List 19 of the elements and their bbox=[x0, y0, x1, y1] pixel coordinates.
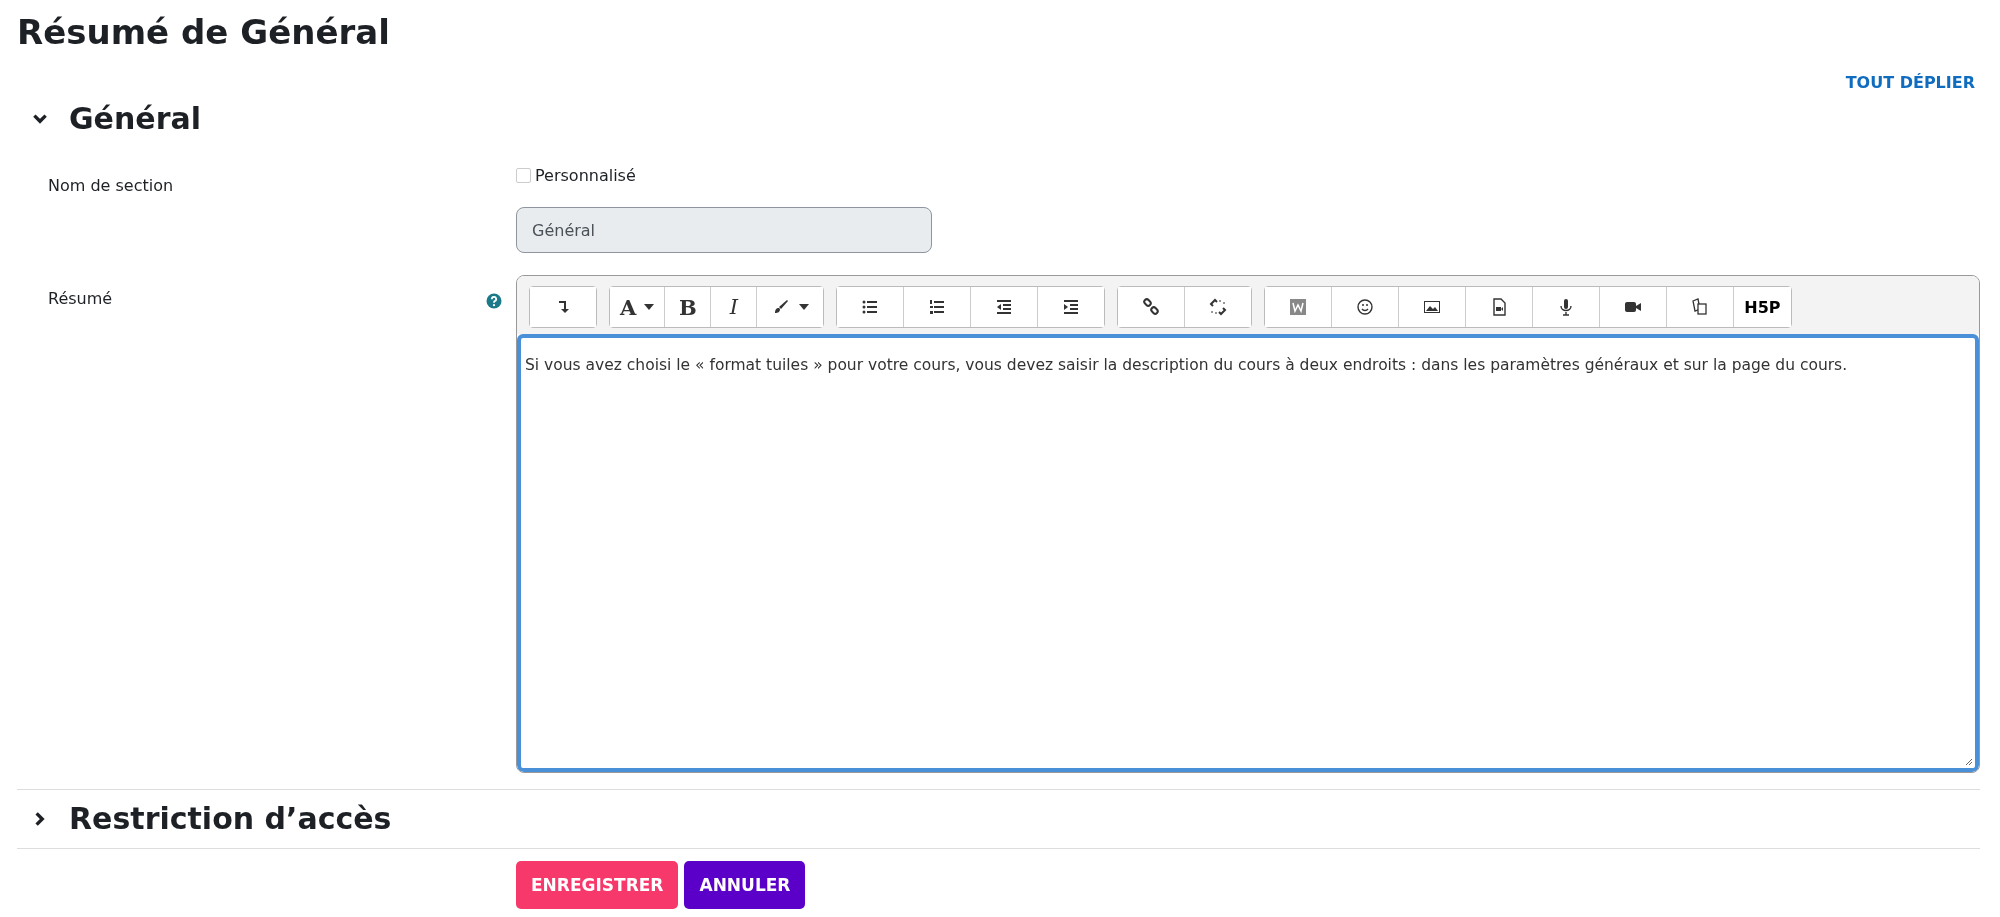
word-paste-icon bbox=[1288, 297, 1309, 317]
toolbar-button[interactable] bbox=[1118, 287, 1186, 327]
help-icon[interactable] bbox=[486, 293, 502, 309]
save-button[interactable]: ENREGISTRER bbox=[516, 861, 679, 909]
expand-all-link[interactable]: TOUT DÉPLIER bbox=[1845, 73, 1975, 92]
page-title: Résumé de Général bbox=[17, 11, 391, 54]
toolbar-button[interactable] bbox=[837, 287, 905, 327]
field-label: Nom de section bbox=[47, 175, 175, 197]
section-title[interactable]: Général bbox=[69, 98, 201, 140]
link-icon bbox=[1141, 297, 1162, 317]
resize-grip-icon[interactable] bbox=[1963, 756, 1973, 766]
summary-text: Si vous avez choisi le « format tuiles » pour votre cours, vous devez saisir la description du cours à deux endroits : dans les paramètres généraux et sur la page du cours. bbox=[525, 356, 1848, 374]
cancel-button[interactable]: ANNULER bbox=[684, 861, 806, 909]
smiley-icon bbox=[1355, 297, 1376, 317]
field-label: Résumé bbox=[47, 288, 114, 308]
checkbox-label: Personnalisé bbox=[535, 166, 636, 185]
section-title[interactable]: Restriction d’accès bbox=[69, 798, 392, 840]
summary-text-area[interactable]: Si vous avez choisi le « format tuiles » pour votre cours, vous devez saisir la description du cours à deux endroits : dans les paramètres généraux et sur la page du cours. bbox=[517, 334, 1979, 772]
font-color-button[interactable]: A bbox=[610, 287, 666, 327]
